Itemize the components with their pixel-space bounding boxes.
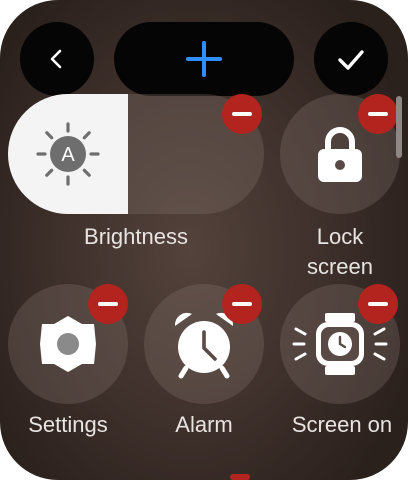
remove-brightness-button[interactable] (222, 94, 262, 134)
minus-icon (368, 302, 388, 306)
chevron-left-icon (50, 49, 62, 69)
minus-icon (98, 302, 118, 306)
brightness-auto-icon: A (36, 122, 100, 186)
back-button[interactable] (20, 22, 94, 96)
lock-icon (318, 127, 362, 182)
tile-label-screen-on: Screen on (291, 412, 393, 437)
remove-lock-screen-button[interactable] (358, 94, 398, 134)
checkmark-icon (338, 50, 364, 70)
next-remove-button-peek (230, 474, 250, 480)
minus-icon (368, 112, 388, 116)
tile-label-alarm: Alarm (175, 412, 233, 437)
minus-icon (232, 112, 252, 116)
add-tile-button[interactable] (114, 22, 294, 96)
gear-icon (40, 316, 96, 372)
plus-icon (186, 41, 222, 77)
remove-alarm-button[interactable] (222, 284, 262, 324)
watch-screen: A Brightness Lock screen Settings Alarm (0, 0, 408, 480)
remove-settings-button[interactable] (88, 284, 128, 324)
tile-label-brightness: Brightness (84, 224, 188, 249)
minus-icon (232, 302, 252, 306)
scrollbar[interactable] (396, 96, 402, 158)
tile-label-settings: Settings (28, 412, 108, 437)
brightness-auto-letter: A (61, 144, 75, 166)
remove-screen-on-button[interactable] (358, 284, 398, 324)
done-button[interactable] (314, 22, 388, 96)
tile-label-lock-screen: Lock screen (306, 224, 374, 279)
